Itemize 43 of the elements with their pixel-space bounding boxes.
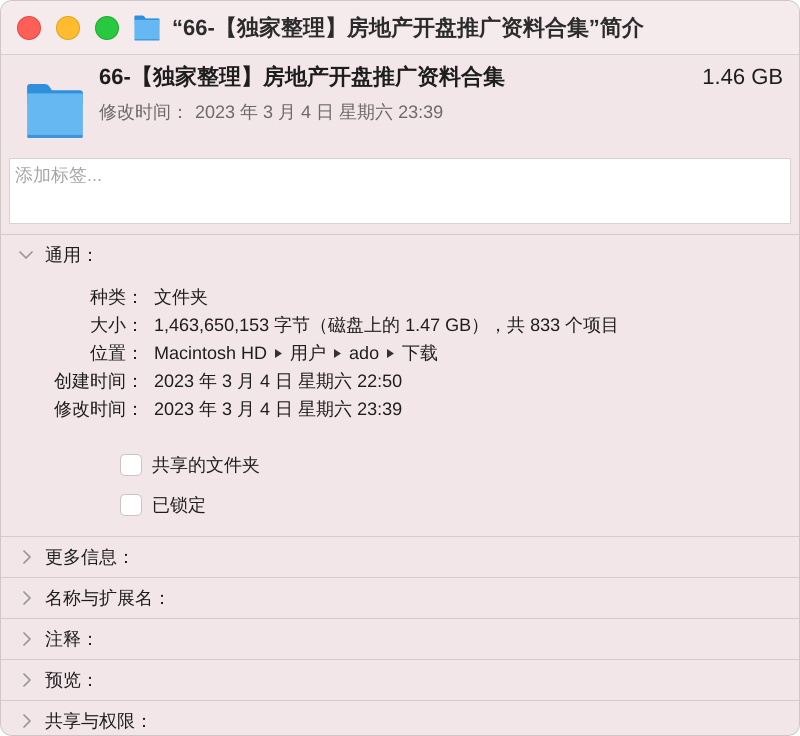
file-size: 1.46 GB bbox=[702, 62, 783, 90]
checkbox[interactable] bbox=[120, 454, 142, 476]
checkbox-label[interactable]: 共享的文件夹 bbox=[152, 452, 260, 478]
triangle-icon bbox=[275, 348, 282, 358]
section-title[interactable]: 名称与扩展名： bbox=[45, 584, 171, 612]
modified-value: 2023 年 3 月 4 日 星期六 23:39 bbox=[195, 100, 444, 124]
minimize-button[interactable] bbox=[56, 16, 80, 40]
path-component[interactable]: ado bbox=[349, 340, 380, 366]
chevron-right-icon[interactable] bbox=[22, 673, 30, 687]
path-component[interactable]: Macintosh HD bbox=[154, 340, 268, 366]
chevron-right-icon[interactable] bbox=[22, 550, 30, 564]
close-button[interactable] bbox=[17, 16, 41, 40]
checkbox-label[interactable]: 已锁定 bbox=[152, 492, 206, 518]
info-value: 2023 年 3 月 4 日 星期六 23:39 bbox=[154, 398, 402, 420]
info-label: 种类： bbox=[90, 286, 144, 308]
info-value: 文件夹 bbox=[154, 286, 208, 308]
path-component[interactable]: 下载 bbox=[402, 340, 438, 366]
triangle-icon bbox=[334, 348, 342, 358]
checkbox[interactable] bbox=[120, 494, 142, 516]
path-component[interactable]: 用户 bbox=[290, 340, 326, 366]
zoom-button[interactable] bbox=[95, 16, 119, 40]
window-title: “66-【独家整理】房地产开盘推广资料合集”简介 bbox=[172, 14, 644, 42]
chevron-down-icon[interactable] bbox=[19, 251, 33, 259]
file-name: 66-【独家整理】房地产开盘推广资料合集 bbox=[99, 62, 505, 90]
section-title[interactable]: 通用： bbox=[45, 242, 99, 268]
section-title[interactable]: 注释： bbox=[45, 626, 99, 652]
triangle-icon bbox=[387, 348, 394, 358]
chevron-right-icon[interactable] bbox=[22, 632, 30, 646]
info-value: 2023 年 3 月 4 日 星期六 22:50 bbox=[154, 370, 402, 392]
info-label: 创建时间： bbox=[54, 370, 144, 392]
info-label: 修改时间： bbox=[54, 398, 144, 420]
modified-label: 修改时间： bbox=[99, 100, 189, 124]
folder-icon bbox=[24, 83, 86, 139]
section-title[interactable]: 预览： bbox=[45, 666, 99, 694]
tag-field[interactable]: 添加标签... bbox=[9, 158, 791, 224]
section-title[interactable]: 更多信息： bbox=[45, 544, 135, 570]
section-title[interactable]: 共享与权限： bbox=[45, 708, 153, 734]
chevron-right-icon[interactable] bbox=[22, 591, 30, 605]
info-label: 大小： bbox=[90, 314, 144, 336]
folder-icon bbox=[133, 14, 161, 40]
info-value: 1,463,650,153 字节（磁盘上的 1.47 GB），共 833 个项目 bbox=[154, 314, 620, 336]
chevron-right-icon[interactable] bbox=[22, 714, 30, 728]
info-label: 位置： bbox=[90, 342, 144, 364]
